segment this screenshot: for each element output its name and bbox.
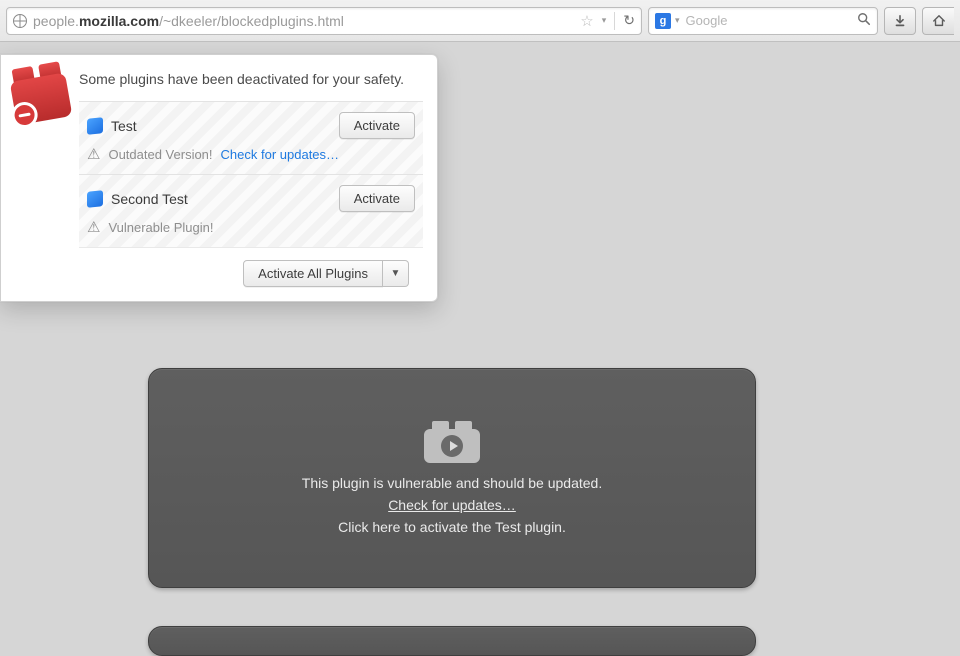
separator [614, 12, 615, 30]
play-icon [441, 435, 463, 457]
search-icon[interactable] [857, 12, 871, 29]
blocked-plugin-icon [8, 61, 73, 126]
plugin-row: Second Test Activate ⚠ Vulnerable Plugin… [79, 174, 423, 247]
plugin-cube-icon [87, 191, 103, 207]
activate-all-menu-caret[interactable]: ▼ [383, 260, 409, 287]
plugin-status-text: Outdated Version! [108, 147, 212, 162]
plugin-doorhanger: Some plugins have been deactivated for y… [0, 54, 438, 302]
placeholder-line1: This plugin is vulnerable and should be … [302, 475, 602, 491]
plugin-row: Test Activate ⚠ Outdated Version! Check … [79, 101, 423, 174]
search-engine-caret-icon[interactable]: ▾ [675, 15, 680, 26]
plugin-name: Test [111, 118, 331, 134]
activate-button[interactable]: Activate [339, 185, 415, 212]
reload-icon[interactable]: ↻ [623, 12, 635, 29]
url-path: /~dkeeler/blockedplugins.html [159, 13, 344, 29]
globe-icon [13, 14, 27, 28]
browser-toolbar: people.mozilla.com/~dkeeler/blockedplugi… [0, 0, 960, 42]
url-host: mozilla.com [79, 13, 159, 29]
plugin-placeholder-icon [424, 421, 480, 463]
search-placeholder: Google [686, 13, 851, 28]
dropdown-caret-icon[interactable]: ▾ [602, 15, 607, 26]
activate-all-split-button: Activate All Plugins ▼ [243, 260, 409, 287]
bookmark-star-icon[interactable]: ☆ [580, 12, 593, 30]
search-bar[interactable]: g ▾ Google [648, 7, 878, 35]
warning-icon: ⚠ [87, 220, 100, 235]
plugin-cube-icon [87, 118, 103, 134]
url-right-controls: ☆ ▾ ↻ [580, 12, 635, 30]
check-for-updates-link[interactable]: Check for updates… [221, 147, 340, 162]
page-content: This plugin is vulnerable and should be … [148, 368, 908, 656]
placeholder-update-link[interactable]: Check for updates… [388, 497, 516, 513]
url-text: people.mozilla.com/~dkeeler/blockedplugi… [33, 13, 574, 29]
placeholder-line3: Click here to activate the Test plugin. [338, 519, 566, 535]
plugin-status-text: Vulnerable Plugin! [108, 220, 213, 235]
popup-title: Some plugins have been deactivated for y… [79, 71, 423, 87]
url-bar[interactable]: people.mozilla.com/~dkeeler/blockedplugi… [6, 7, 642, 35]
home-button[interactable] [922, 7, 954, 35]
popup-footer: Activate All Plugins ▼ [79, 247, 423, 301]
popup-icon-column [1, 55, 79, 301]
activate-all-button[interactable]: Activate All Plugins [243, 260, 383, 287]
plugin-name: Second Test [111, 191, 331, 207]
activate-button[interactable]: Activate [339, 112, 415, 139]
url-prefix: people. [33, 13, 79, 29]
plugin-placeholder[interactable]: This plugin is vulnerable and should be … [148, 368, 756, 588]
warning-icon: ⚠ [87, 147, 100, 162]
plugin-placeholder[interactable] [148, 626, 756, 656]
search-engine-icon[interactable]: g [655, 13, 671, 29]
downloads-button[interactable] [884, 7, 916, 35]
